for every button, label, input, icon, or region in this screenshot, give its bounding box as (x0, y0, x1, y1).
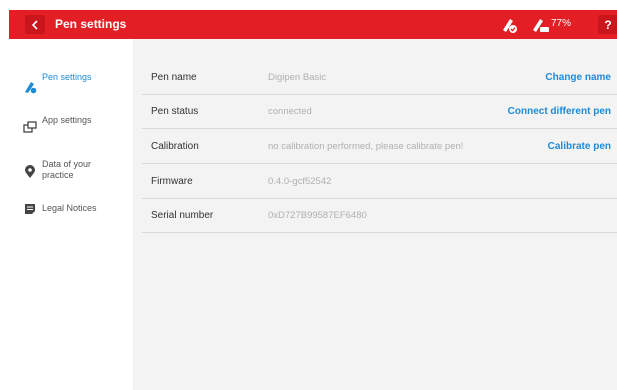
setting-row-pen-name: Pen name Digipen Basic Change name (142, 61, 617, 95)
chevron-left-icon (31, 19, 38, 30)
setting-value: Digipen Basic (268, 72, 327, 83)
setting-label: Pen status (151, 106, 199, 117)
sidebar-item-label: Pen settings (42, 72, 92, 82)
sidebar-item-data-practice[interactable]: Data of your practice (0, 159, 133, 189)
setting-value: no calibration performed, please calibra… (268, 141, 464, 152)
pen-battery-icon (533, 19, 549, 32)
location-icon (25, 165, 35, 178)
setting-label: Serial number (151, 210, 214, 221)
setting-label: Calibration (151, 141, 199, 152)
help-button[interactable]: ? (598, 15, 617, 34)
sidebar: Pen settings App settings Data of your p… (0, 39, 133, 390)
setting-row-firmware: Firmware 0.4.0-gcf52542 (142, 165, 617, 199)
sidebar-item-label: Legal Notices (42, 203, 97, 213)
setting-row-pen-status: Pen status connected Connect different p… (142, 95, 617, 129)
setting-row-serial-number: Serial number 0xD727B99587EF6480 (142, 199, 617, 233)
sidebar-item-legal-notices[interactable]: Legal Notices (0, 200, 133, 220)
sidebar-item-label: Data of your practice (42, 159, 92, 180)
setting-value: 0.4.0-gcf52542 (268, 176, 332, 187)
pen-connected-icon[interactable] (500, 16, 518, 34)
setting-row-calibration: Calibration no calibration performed, pl… (142, 130, 617, 164)
sidebar-item-app-settings[interactable]: App settings (0, 115, 133, 145)
change-name-button[interactable]: Change name (545, 61, 611, 95)
sidebar-item-pen-settings[interactable]: Pen settings (0, 69, 133, 99)
app-header: Pen settings 77% ? (9, 10, 617, 39)
calibrate-pen-button[interactable]: Calibrate pen (548, 130, 611, 164)
tablet-icon (23, 121, 37, 133)
setting-value: 0xD727B99587EF6480 (268, 210, 367, 221)
setting-label: Pen name (151, 72, 197, 83)
back-button[interactable] (25, 15, 45, 34)
setting-value: connected (268, 106, 312, 117)
page-title: Pen settings (55, 17, 127, 31)
connect-different-pen-button[interactable]: Connect different pen (508, 95, 611, 129)
battery-level: 77% (551, 18, 572, 29)
pen-icon (25, 82, 37, 94)
sidebar-item-label: App settings (42, 115, 92, 125)
document-icon (25, 204, 35, 214)
settings-panel: Pen name Digipen Basic Change name Pen s… (120, 39, 617, 390)
setting-label: Firmware (151, 176, 193, 187)
active-indicator (120, 95, 128, 111)
